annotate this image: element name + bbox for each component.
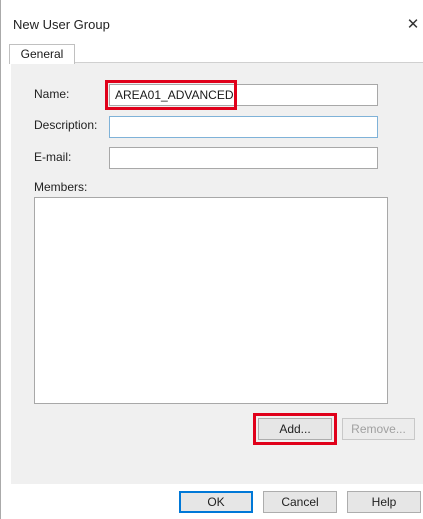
remove-button[interactable]: Remove...	[342, 418, 415, 440]
members-label: Members:	[34, 180, 88, 194]
description-label: Description:	[34, 118, 98, 132]
cancel-button[interactable]: Cancel	[263, 491, 337, 513]
tab-general[interactable]: General	[9, 44, 75, 64]
help-button[interactable]: Help	[347, 491, 421, 513]
description-field[interactable]	[109, 116, 378, 138]
name-label: Name:	[34, 87, 70, 101]
add-highlight-box	[253, 413, 337, 445]
email-field[interactable]	[109, 147, 378, 169]
dialog-title: New User Group	[13, 17, 110, 32]
email-label: E-mail:	[34, 150, 72, 164]
close-icon[interactable]	[403, 12, 423, 34]
new-user-group-dialog: New User Group General Name: AREA01_ADVA…	[0, 0, 423, 519]
ok-button[interactable]: OK	[179, 491, 253, 513]
members-list[interactable]	[34, 197, 388, 404]
name-highlight-box	[105, 80, 237, 110]
